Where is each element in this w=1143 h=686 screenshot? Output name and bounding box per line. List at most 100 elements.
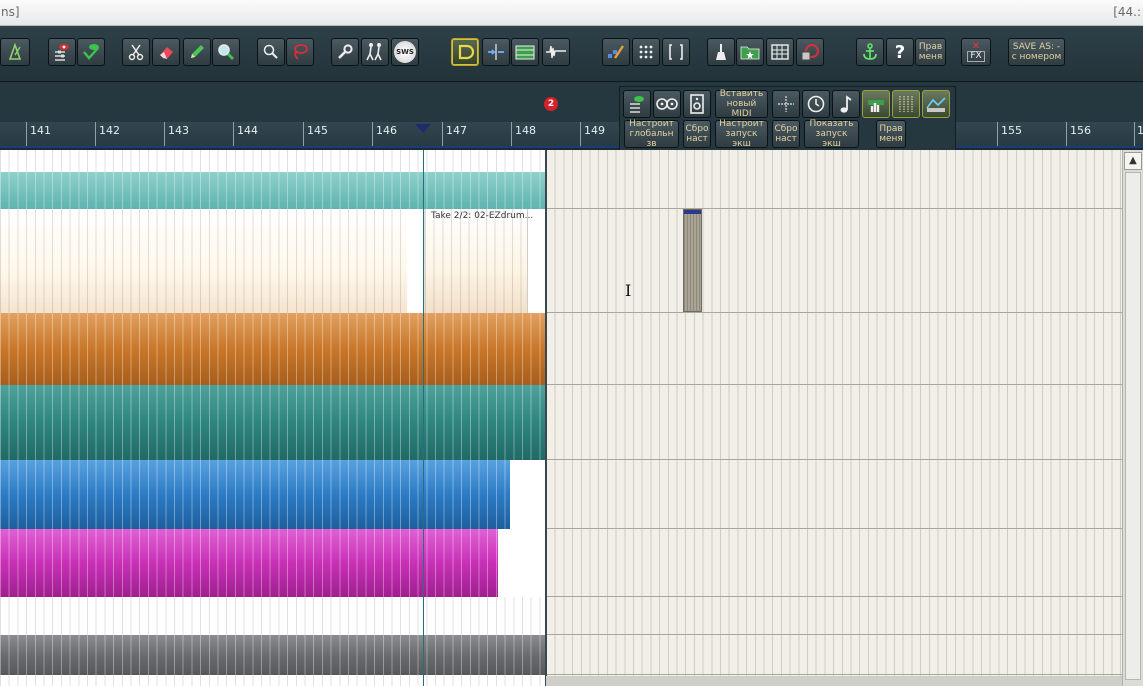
- insert-midi-label-2: новый MIDI: [726, 99, 757, 119]
- ripple-edit-button[interactable]: [482, 38, 510, 66]
- pencil-button[interactable]: [183, 38, 211, 66]
- question-mark-icon: ?: [894, 41, 906, 63]
- reset2-label-2: наст: [775, 134, 797, 144]
- eye-mixer-icon: [55, 44, 69, 61]
- arrange-view[interactable]: Take 2/2: 02-EZdrum... I: [0, 150, 1143, 686]
- float-tape-button[interactable]: [653, 90, 681, 118]
- preferences-button[interactable]: [331, 38, 359, 66]
- bar-label: 142: [99, 124, 120, 137]
- media-item-gray[interactable]: [0, 635, 546, 675]
- float-clock-button[interactable]: [802, 90, 830, 118]
- media-item-blue[interactable]: [0, 460, 510, 529]
- lasso-icon: [294, 44, 308, 60]
- float-eye-mixer-button[interactable]: [623, 90, 651, 118]
- hand-pointer-icon: [868, 100, 884, 112]
- midi-editor-button[interactable]: [602, 38, 630, 66]
- project-marker-badge[interactable]: 2: [544, 97, 558, 111]
- fx-bypass-button[interactable]: ✕ FX: [961, 38, 991, 66]
- track-magenta[interactable]: [0, 529, 546, 597]
- grid-toggle-button[interactable]: [632, 38, 660, 66]
- region-marker-lane[interactable]: [0, 82, 1143, 122]
- media-item-orange[interactable]: [0, 313, 546, 385]
- horizontal-scrollbar[interactable]: [546, 676, 1122, 686]
- edit-menu-button[interactable]: Прав меня: [915, 38, 946, 66]
- media-item-take-2[interactable]: [424, 209, 528, 313]
- float-hand-button[interactable]: [862, 90, 890, 118]
- global-settings-button[interactable]: Настроит глобальн зв: [624, 119, 679, 149]
- show-tracks-button[interactable]: [77, 38, 105, 66]
- scroll-up-button[interactable]: ▲: [1124, 152, 1142, 170]
- track-items-area: [0, 150, 546, 686]
- media-item-teal-dark[interactable]: [0, 385, 546, 460]
- timeline-ruler[interactable]: 141 142 143 144 145 146 147 148 149 155 …: [0, 122, 1143, 148]
- float-edit-menu-button[interactable]: Прав меня: [876, 120, 906, 148]
- float-edit-menu-label-2: меня: [879, 134, 903, 144]
- media-explorer-button[interactable]: [511, 38, 539, 66]
- split-items-button[interactable]: [122, 38, 150, 66]
- insert-midi-button[interactable]: Вставить новый MIDI: [715, 89, 768, 119]
- empty-timeline-grid[interactable]: [546, 150, 1122, 686]
- media-item-take-1[interactable]: [0, 209, 407, 313]
- reset-label-1: Сбро: [685, 124, 709, 134]
- bar-label: 144: [237, 124, 258, 137]
- float-envelope-button[interactable]: [922, 90, 950, 118]
- bar-label: 148: [515, 124, 536, 137]
- pen-blocks-icon: [608, 45, 624, 59]
- track-empty-3[interactable]: [0, 675, 546, 686]
- bar-label: 141: [30, 124, 51, 137]
- metronome-button[interactable]: [0, 38, 30, 66]
- project-folder-button[interactable]: [736, 38, 764, 66]
- show-launch-button[interactable]: Показать запуск экш: [804, 119, 859, 149]
- edit-menu-label-2: меня: [918, 52, 943, 62]
- scroll-thumb[interactable]: [1125, 172, 1141, 680]
- loop-tool-button[interactable]: [286, 38, 314, 66]
- reset-settings-2-button[interactable]: Сбро наст: [772, 120, 800, 148]
- erase-button[interactable]: [152, 38, 180, 66]
- eye-check-icon: [83, 44, 99, 60]
- waveform-button[interactable]: [542, 38, 570, 66]
- table-view-button[interactable]: [766, 38, 794, 66]
- music-note-icon: [840, 95, 852, 113]
- item-bracket-button[interactable]: [662, 38, 690, 66]
- vertical-scrollbar[interactable]: ▲: [1122, 150, 1143, 686]
- find-button[interactable]: [257, 38, 285, 66]
- floating-toolbar: Вставить новый MIDI Настроит глобальн зв…: [619, 86, 956, 151]
- edit-cursor-line: [423, 150, 424, 686]
- edit-cursor-marker[interactable]: [415, 124, 431, 133]
- reset-settings-button[interactable]: Сбро наст: [683, 120, 711, 148]
- title-bar: ns] [44.:: [0, 0, 1143, 26]
- media-item-teal[interactable]: [0, 172, 546, 209]
- cleanup-button[interactable]: [707, 38, 735, 66]
- loop-toggle-button[interactable]: [451, 38, 479, 66]
- launch-settings-button[interactable]: Настроит запуск экш: [715, 119, 768, 149]
- track-empty[interactable]: [0, 150, 546, 172]
- global-settings-label-1: Настроит: [629, 119, 674, 129]
- project-end-line: [545, 150, 547, 686]
- grid-lines-icon: [899, 96, 913, 112]
- float-speaker-button[interactable]: [683, 90, 711, 118]
- sws-extensions-button[interactable]: SWS: [391, 38, 419, 66]
- float-note-button[interactable]: [832, 90, 860, 118]
- selected-small-item[interactable]: [683, 209, 702, 312]
- clock-icon: [807, 95, 825, 113]
- help-button[interactable]: ?: [886, 38, 914, 66]
- float-grid-lines-button[interactable]: [892, 90, 920, 118]
- save-as-button[interactable]: SAVE AS: - с номером: [1008, 38, 1065, 66]
- zoom-button[interactable]: [212, 38, 240, 66]
- film-grid-icon: [515, 45, 535, 60]
- title-text: ns]: [1, 5, 20, 19]
- bar-label: 147: [446, 124, 467, 137]
- track-visibility-button[interactable]: [48, 38, 76, 66]
- float-cursor-button[interactable]: [772, 90, 800, 118]
- bar-label: 143: [168, 124, 189, 137]
- actions-button[interactable]: [361, 38, 389, 66]
- track-take[interactable]: [0, 209, 546, 313]
- bar-label: 145: [307, 124, 328, 137]
- track-empty-2[interactable]: [0, 597, 546, 635]
- anchor-button[interactable]: [856, 38, 884, 66]
- render-button[interactable]: [796, 38, 824, 66]
- scissors-icon: [128, 44, 144, 61]
- track-blue[interactable]: [0, 460, 546, 529]
- title-right-text: [44.:: [1113, 5, 1141, 19]
- sws-icon: SWS: [394, 41, 416, 63]
